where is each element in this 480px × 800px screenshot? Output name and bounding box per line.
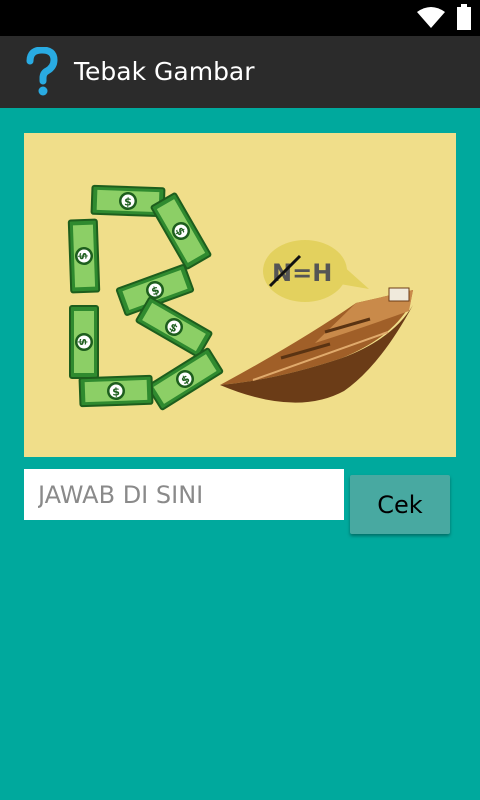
boat-image (220, 287, 413, 403)
speech-bubble: N=H (263, 240, 369, 302)
app-title: Tebak Gambar (74, 57, 255, 86)
wifi-icon (417, 7, 445, 28)
status-bar (0, 0, 480, 36)
money-letter-b (67, 184, 224, 411)
action-bar: Tebak Gambar (0, 36, 480, 108)
check-button[interactable]: Cek (350, 475, 450, 534)
puzzle-image: $ N=H (24, 133, 456, 457)
question-mark-icon[interactable] (22, 47, 62, 97)
battery-icon (457, 4, 471, 30)
answer-input[interactable] (24, 469, 344, 520)
